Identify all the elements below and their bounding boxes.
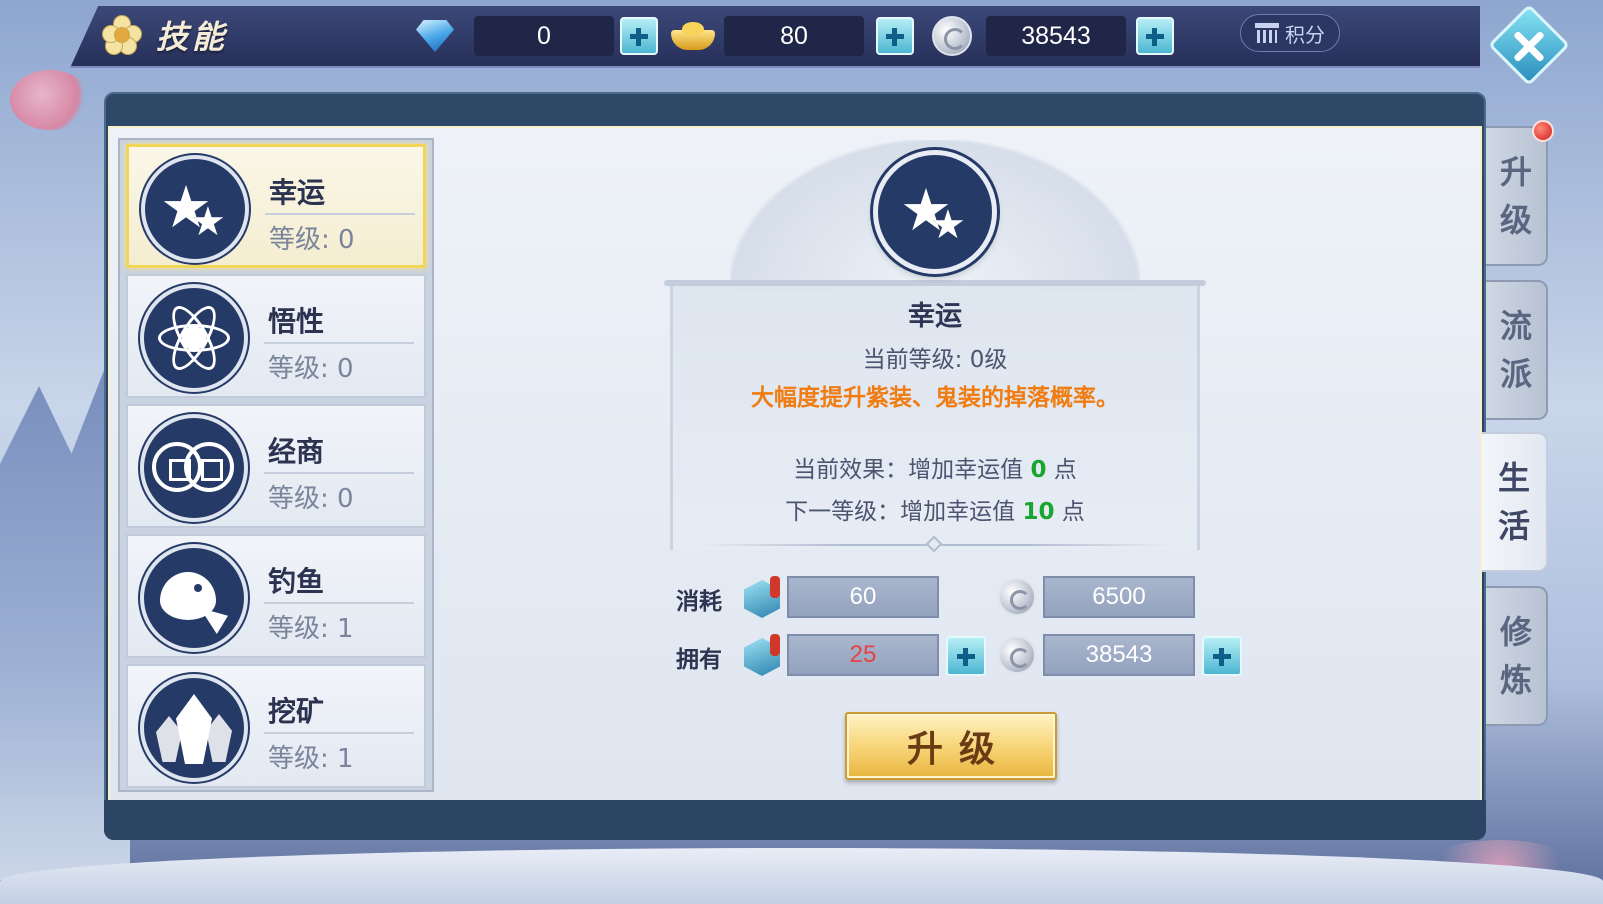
add-silver-button[interactable] <box>1202 636 1242 676</box>
skill-name: 钓鱼 <box>268 565 325 598</box>
star-icon: ★ ★ <box>873 150 997 274</box>
flower-icon <box>100 13 144 57</box>
next-level-effect: 下一等级：增加幸运值 10 点 <box>785 499 1085 525</box>
diamond-resource: 0 <box>412 14 658 58</box>
skill-item-insight[interactable]: 悟性 等级: 0 <box>126 274 426 398</box>
silver-coin-icon <box>998 578 1036 616</box>
current-effect-value: 0 <box>1030 457 1047 483</box>
diamond-count: 0 <box>474 16 614 56</box>
add-gold-button[interactable] <box>876 17 914 55</box>
skill-name: 悟性 <box>268 305 325 338</box>
star-icon: ★ ★ <box>141 155 249 263</box>
skill-level: 等级: 0 <box>268 354 354 384</box>
fish-icon <box>140 544 248 652</box>
silver-resource: 38543 <box>932 14 1174 58</box>
add-silver-button[interactable] <box>1136 17 1174 55</box>
background-blossom <box>10 70 90 130</box>
skill-level: 等级: 0 <box>269 225 355 255</box>
detail-description: 大幅度提升紫装、鬼装的掉落概率。 <box>751 385 1119 411</box>
skill-item-fishing[interactable]: 钓鱼 等级: 1 <box>126 534 426 658</box>
background-ground <box>0 848 1603 904</box>
diamond-icon <box>412 16 458 56</box>
add-token-button[interactable] <box>946 636 986 676</box>
skill-item-mining[interactable]: 挖矿 等级: 1 <box>126 664 426 788</box>
close-button[interactable] <box>1487 3 1571 87</box>
gold-count: 80 <box>724 16 864 56</box>
skill-name: 挖矿 <box>268 695 325 728</box>
add-diamond-button[interactable] <box>620 17 658 55</box>
skill-level: 等级: 0 <box>268 484 354 514</box>
tab-school[interactable]: 流 派 <box>1486 280 1548 420</box>
next-level-value: 10 <box>1022 499 1055 525</box>
skill-item-luck[interactable]: ★ ★ 幸运 等级: 0 <box>126 144 426 268</box>
silver-count: 38543 <box>986 16 1126 56</box>
gold-resource: 80 <box>668 14 914 58</box>
tab-upgrade[interactable]: 升 级 <box>1486 126 1548 266</box>
skill-token-icon <box>742 632 782 678</box>
cost-label: 消耗 <box>676 589 722 615</box>
tab-life[interactable]: 生 活 <box>1482 432 1548 572</box>
skill-name: 经商 <box>268 435 325 468</box>
silver-coin-icon <box>932 16 972 56</box>
notification-dot <box>1532 120 1554 142</box>
detail-current-level: 当前等级: 0级 <box>862 347 1008 373</box>
cost-silver-value: 6500 <box>1043 576 1195 618</box>
tab-cultivation[interactable]: 修 炼 <box>1486 586 1548 726</box>
coins-icon <box>140 414 248 522</box>
cost-token-value: 60 <box>787 576 939 618</box>
skill-level: 等级: 1 <box>268 614 354 644</box>
gold-ingot-icon <box>668 16 718 56</box>
score-label: 积分 <box>1285 22 1325 47</box>
skill-name: 幸运 <box>269 176 326 209</box>
own-label: 拥有 <box>676 647 722 673</box>
main-window-footer <box>104 800 1486 840</box>
upgrade-button[interactable]: 升级 <box>845 712 1057 780</box>
atom-icon <box>140 284 248 392</box>
silver-coin-icon <box>998 636 1036 674</box>
score-button[interactable]: 积分 <box>1240 14 1340 52</box>
skill-item-trade[interactable]: 经商 等级: 0 <box>126 404 426 528</box>
crystal-icon <box>140 674 248 782</box>
skill-token-icon <box>742 574 782 620</box>
window-title-area: 技能 <box>100 10 228 60</box>
current-effect: 当前效果：增加幸运值 0 点 <box>793 457 1077 483</box>
own-silver-value: 38543 <box>1043 634 1195 676</box>
bank-icon <box>1255 23 1279 43</box>
upgrade-button-label: 升级 <box>906 728 1011 770</box>
own-token-value: 25 <box>787 634 939 676</box>
skill-level: 等级: 1 <box>268 744 354 774</box>
detail-skill-name: 幸运 <box>908 301 962 332</box>
skill-list[interactable]: ★ ★ 幸运 等级: 0 悟性 等级: 0 经商 等级: 0 钓鱼 等级: 1 挖… <box>118 138 434 792</box>
window-title: 技能 <box>156 18 229 56</box>
